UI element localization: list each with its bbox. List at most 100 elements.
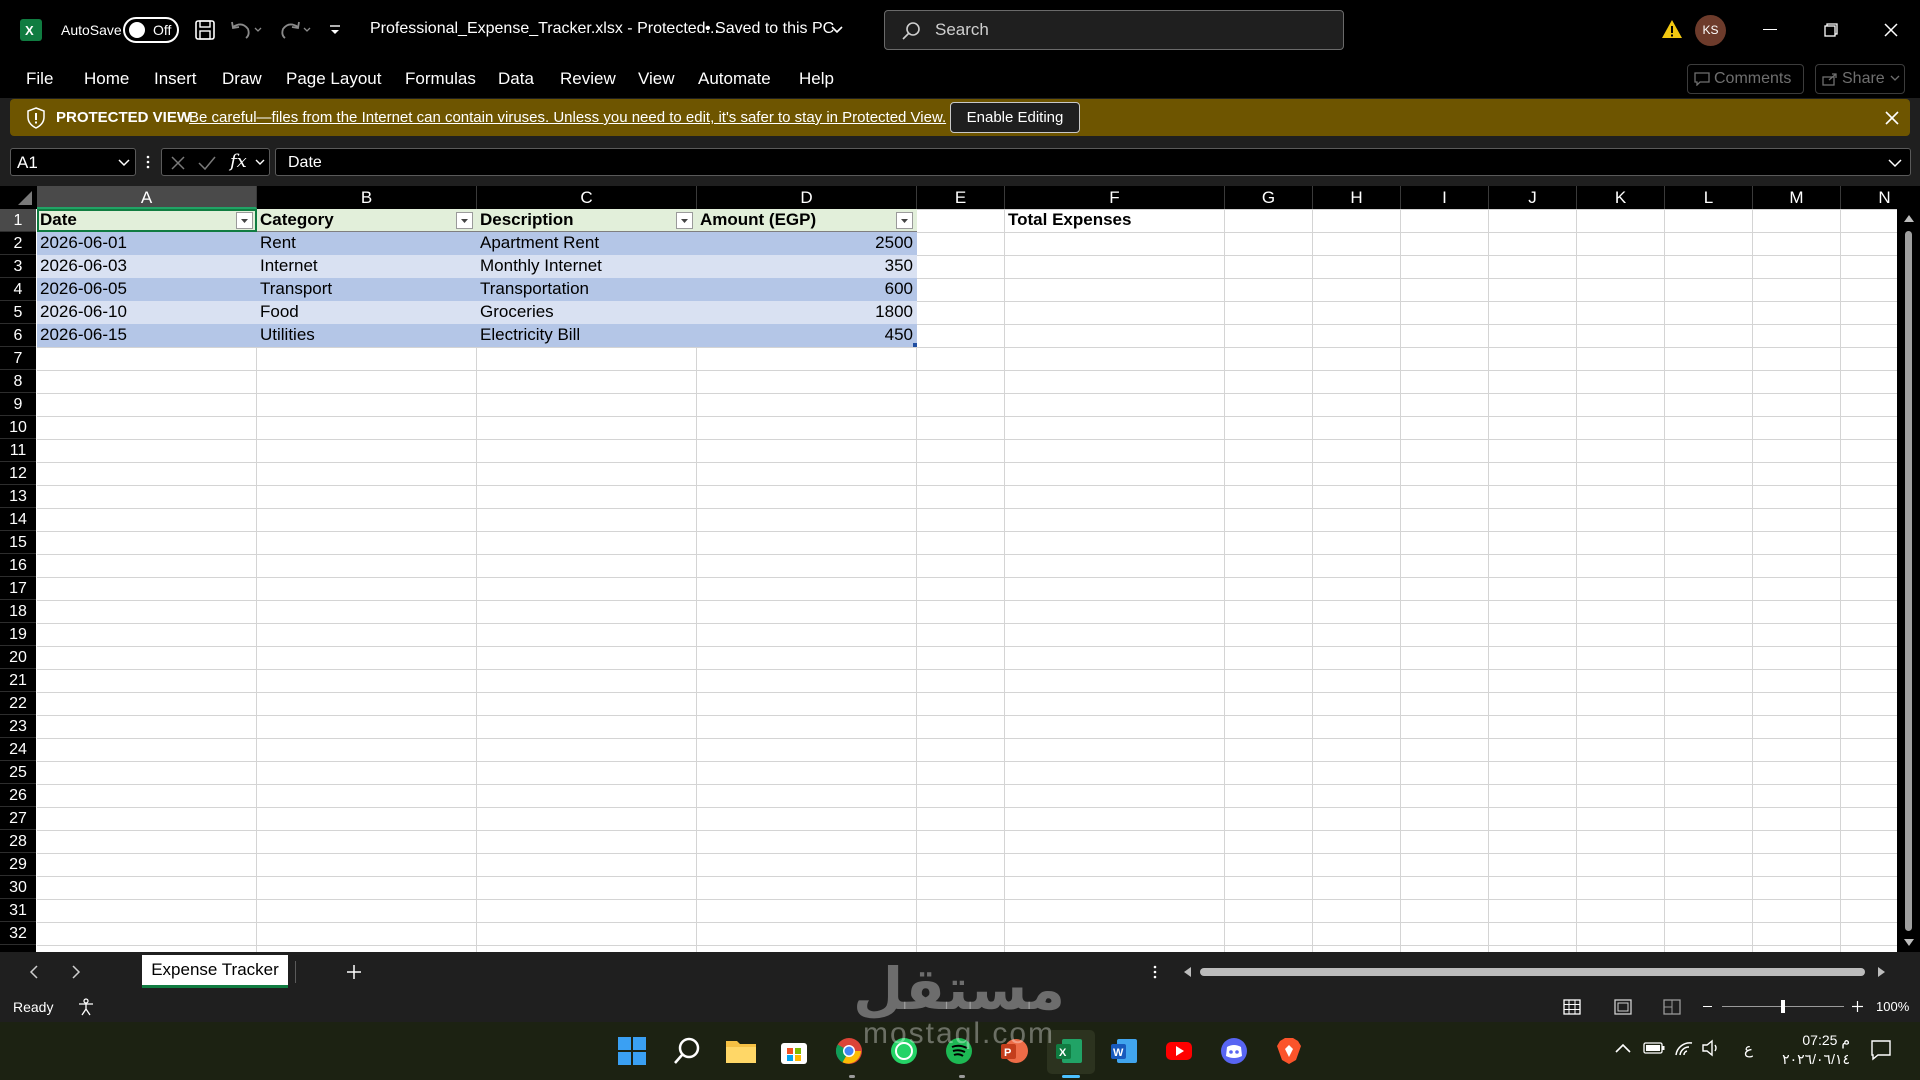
file-explorer-icon[interactable] <box>724 1036 758 1066</box>
select-all-icon[interactable] <box>17 190 33 206</box>
enter-icon[interactable] <box>198 155 216 171</box>
horizontal-scrollbar[interactable] <box>1180 963 1890 981</box>
excel-icon[interactable]: X <box>1054 1036 1084 1066</box>
table-cell[interactable]: 350 <box>697 255 916 278</box>
table-cell[interactable]: Utilities <box>257 324 476 347</box>
row-header[interactable]: 20 <box>0 646 36 669</box>
close-icon[interactable] <box>1883 22 1899 38</box>
row-header[interactable]: 18 <box>0 600 36 623</box>
zoom-slider-thumb[interactable] <box>1781 1000 1785 1013</box>
table-cell[interactable]: Rent <box>257 232 476 255</box>
table-cell[interactable]: Food <box>257 301 476 324</box>
accessibility-icon[interactable] <box>76 998 96 1016</box>
row-header[interactable]: 15 <box>0 531 36 554</box>
sheet-tab-expense-tracker[interactable]: Expense Tracker <box>142 955 288 988</box>
column-header-a[interactable]: A <box>37 186 257 209</box>
chevron-down-icon[interactable] <box>255 159 265 167</box>
row-header[interactable]: 13 <box>0 485 36 508</box>
menu-file[interactable]: File <box>26 69 53 89</box>
column-header-f[interactable]: F <box>1005 186 1225 209</box>
menu-view[interactable]: View <box>638 69 675 89</box>
table-cell[interactable]: 2026-06-15 <box>37 324 256 347</box>
table-cell[interactable]: 450 <box>697 324 916 347</box>
clock-date[interactable]: ٢٠٢٦/٠٦/١٤ <box>1774 1051 1850 1068</box>
menu-help[interactable]: Help <box>799 69 834 89</box>
column-header-b[interactable]: B <box>257 186 477 209</box>
vertical-scroll-thumb[interactable] <box>1905 231 1912 931</box>
column-header-e[interactable]: E <box>917 186 1005 209</box>
microsoft-store-icon[interactable] <box>779 1036 809 1066</box>
menu-insert[interactable]: Insert <box>154 69 197 89</box>
row-header[interactable]: 22 <box>0 692 36 715</box>
chevron-down-icon[interactable] <box>830 23 844 37</box>
table-cell[interactable]: 2026-06-10 <box>37 301 256 324</box>
chevron-up-icon[interactable] <box>1615 1042 1631 1054</box>
row-header[interactable]: 6 <box>0 324 36 347</box>
minimize-icon[interactable] <box>1763 29 1777 30</box>
normal-view-icon[interactable] <box>1563 999 1581 1015</box>
row-header[interactable]: 17 <box>0 577 36 600</box>
row-header[interactable]: 10 <box>0 416 36 439</box>
row-header[interactable]: 7 <box>0 347 36 370</box>
discord-icon[interactable] <box>1219 1036 1249 1066</box>
table-cell[interactable]: Transport <box>257 278 476 301</box>
filter-dropdown-icon[interactable] <box>456 212 473 229</box>
menu-page-layout[interactable]: Page Layout <box>286 69 381 89</box>
add-sheet-icon[interactable] <box>346 964 362 980</box>
column-header-i[interactable]: I <box>1401 186 1489 209</box>
column-header-d[interactable]: D <box>697 186 917 209</box>
redo-icon[interactable] <box>277 19 313 41</box>
vertical-scrollbar[interactable] <box>1897 209 1920 952</box>
table-cell[interactable]: 1800 <box>697 301 916 324</box>
table-cell[interactable]: Transportation <box>477 278 696 301</box>
header-cell[interactable]: Amount (EGP) <box>697 209 916 232</box>
row-header[interactable]: 24 <box>0 738 36 761</box>
windows-start-icon[interactable] <box>617 1036 647 1066</box>
row-header[interactable]: 4 <box>0 278 36 301</box>
row-header[interactable]: 26 <box>0 784 36 807</box>
zoom-level[interactable]: 100% <box>1876 999 1909 1014</box>
undo-icon[interactable] <box>228 19 264 41</box>
table-resize-handle[interactable] <box>913 343 917 347</box>
column-header-g[interactable]: G <box>1225 186 1313 209</box>
table-cell[interactable]: 600 <box>697 278 916 301</box>
protected-view-message[interactable]: Be careful—files from the Internet can c… <box>189 109 946 126</box>
search-icon[interactable] <box>672 1036 702 1066</box>
row-header[interactable]: 8 <box>0 370 36 393</box>
table-cell[interactable]: Groceries <box>477 301 696 324</box>
cancel-icon[interactable] <box>170 155 186 171</box>
row-header[interactable]: 12 <box>0 462 36 485</box>
menu-automate[interactable]: Automate <box>698 69 771 89</box>
filter-dropdown-icon[interactable] <box>236 212 253 229</box>
next-sheet-icon[interactable] <box>71 965 81 979</box>
column-header-n[interactable]: N <box>1841 186 1920 209</box>
menu-formulas[interactable]: Formulas <box>405 69 476 89</box>
wifi-icon[interactable] <box>1674 1039 1694 1057</box>
save-icon[interactable] <box>194 19 216 41</box>
share-button[interactable]: Share <box>1815 64 1905 94</box>
table-cell[interactable]: 2026-06-05 <box>37 278 256 301</box>
word-icon[interactable]: W <box>1109 1036 1139 1066</box>
comments-button[interactable]: Comments <box>1687 64 1804 94</box>
page-layout-view-icon[interactable] <box>1614 999 1632 1015</box>
formula-input[interactable]: Date <box>275 148 1911 176</box>
scroll-right-icon[interactable] <box>1877 966 1887 978</box>
column-header-m[interactable]: M <box>1753 186 1841 209</box>
filter-dropdown-icon[interactable] <box>676 212 693 229</box>
search-box[interactable]: Search <box>884 10 1344 50</box>
table-cell[interactable]: Monthly Internet <box>477 255 696 278</box>
row-header[interactable]: 30 <box>0 876 36 899</box>
scroll-down-icon[interactable] <box>1903 938 1915 948</box>
row-header[interactable]: 32 <box>0 922 36 945</box>
scroll-left-icon[interactable] <box>1182 966 1192 978</box>
row-header[interactable]: 16 <box>0 554 36 577</box>
row-header[interactable]: 25 <box>0 761 36 784</box>
spotify-icon[interactable] <box>944 1036 974 1066</box>
column-header-j[interactable]: J <box>1489 186 1577 209</box>
row-header[interactable]: 2 <box>0 232 36 255</box>
column-header-h[interactable]: H <box>1313 186 1401 209</box>
menu-review[interactable]: Review <box>560 69 616 89</box>
filter-dropdown-icon[interactable] <box>896 212 913 229</box>
powerpoint-icon[interactable]: P <box>999 1036 1029 1066</box>
close-icon[interactable] <box>1885 111 1899 125</box>
